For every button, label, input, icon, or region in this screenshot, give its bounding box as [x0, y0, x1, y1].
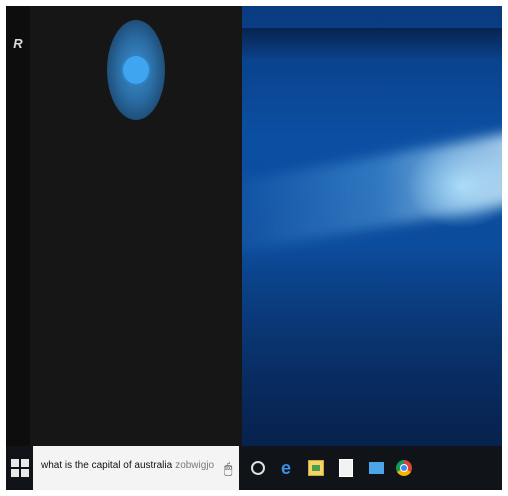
- search-query: what is the capital of australia zobwigjo: [41, 460, 214, 471]
- search-typed-text: what is the capital of australia: [41, 460, 173, 471]
- cortana-circle-icon: [107, 20, 165, 120]
- desktop-wallpaper: [242, 6, 502, 446]
- cortana-side-rail: R: [6, 6, 30, 446]
- start-button[interactable]: [10, 458, 30, 478]
- cortana-circle-inner: [123, 56, 149, 84]
- screen: R what is the capital of australia zobwig…: [6, 6, 502, 490]
- taskbar: what is the capital of australia zobwigjo…: [6, 446, 502, 490]
- mail-icon[interactable]: [366, 458, 386, 478]
- store-icon[interactable]: [306, 458, 326, 478]
- chrome-icon[interactable]: [394, 458, 414, 478]
- wallpaper-shade: [242, 246, 502, 446]
- office-icon[interactable]: [336, 458, 356, 478]
- search-input[interactable]: what is the capital of australia zobwigjo…: [33, 446, 239, 490]
- edge-icon[interactable]: e: [276, 458, 296, 478]
- wallpaper-band: [242, 28, 502, 58]
- windows-logo-icon: [11, 459, 29, 477]
- mouse-cursor-icon: 🖱: [224, 460, 233, 476]
- search-autocomplete-hint: zobwigjo: [175, 460, 215, 471]
- cortana-logo-icon[interactable]: R: [11, 36, 25, 52]
- cortana-panel: R: [6, 6, 242, 446]
- task-view-icon[interactable]: [248, 458, 268, 478]
